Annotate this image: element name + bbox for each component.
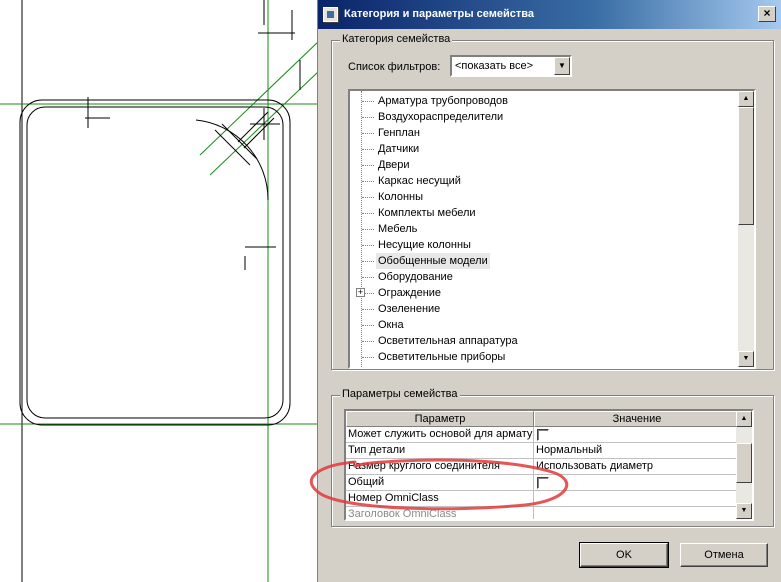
category-group-label: Категория семейства	[340, 33, 453, 45]
tree-item[interactable]: Обобщенные модели	[376, 253, 490, 269]
param-value-cell[interactable]: Использовать диаметр	[534, 459, 740, 475]
grid-scrollbar[interactable]: ▲ ▼	[736, 411, 752, 519]
parameters-group: Параметры семейства Параметр Значение Мо…	[331, 388, 774, 527]
tree-connector	[362, 181, 374, 182]
param-name-cell: Номер OmniClass	[346, 491, 534, 507]
tree-connector	[362, 261, 374, 262]
tree-connector	[362, 357, 374, 358]
tree-item[interactable]: Воздухораспределители	[376, 109, 505, 125]
scroll-thumb[interactable]	[736, 443, 752, 483]
tree-connector	[362, 101, 374, 102]
tree-item[interactable]: Колонны	[376, 189, 425, 205]
tree-item[interactable]: Двери	[376, 157, 412, 173]
param-value-cell[interactable]	[534, 475, 740, 491]
dialog-title: Категория и параметры семейства	[344, 8, 535, 20]
param-name-cell: Заголовок OmniClass	[346, 507, 534, 519]
tree-item[interactable]: Датчики	[376, 141, 421, 157]
family-category-dialog: Категория и параметры семейства × Катего…	[317, 0, 781, 582]
scroll-thumb[interactable]	[738, 107, 754, 225]
tree-item[interactable]: Осветительные приборы	[376, 349, 507, 365]
tree-item[interactable]: Мебель	[376, 221, 419, 237]
param-name-cell: Может служить основой для армату	[346, 427, 534, 443]
tree-item[interactable]: Арматура трубопроводов	[376, 93, 510, 109]
scroll-up-button[interactable]: ▲	[738, 91, 754, 107]
tree-connector	[362, 149, 374, 150]
scroll-down-button[interactable]: ▼	[738, 351, 754, 367]
tree-item[interactable]: Ограждение	[376, 285, 443, 301]
tree-item[interactable]: Оборудование	[376, 269, 455, 285]
tree-item[interactable]: Несущие колонны	[376, 237, 473, 253]
tree-item[interactable]: Окна	[376, 317, 406, 333]
close-button[interactable]: ×	[758, 6, 776, 22]
scroll-up-button[interactable]: ▲	[736, 411, 752, 427]
filter-dropdown[interactable]: <показать все> ▼	[450, 55, 572, 77]
tree-connector	[362, 213, 374, 214]
tree-scrollbar[interactable]: ▲ ▼	[738, 91, 754, 367]
column-header-value[interactable]: Значение	[534, 411, 740, 427]
param-name-cell: Размер круглого соединителя	[346, 459, 534, 475]
tree-connector	[362, 309, 374, 310]
tree-connector	[362, 277, 374, 278]
category-tree[interactable]: Арматура трубопроводов Воздухораспределит…	[348, 89, 756, 369]
tree-connector	[362, 197, 374, 198]
param-name-cell: Общий	[346, 475, 534, 491]
tree-item[interactable]: Каркас несущий	[376, 173, 463, 189]
expand-plus-icon[interactable]: +	[356, 288, 365, 297]
tree-connector	[362, 133, 374, 134]
dialog-titlebar[interactable]: Категория и параметры семейства ×	[318, 0, 781, 29]
cad-drawing	[0, 0, 320, 582]
category-group: Категория семейства Список фильтров: <по…	[331, 33, 774, 370]
checkbox[interactable]	[537, 477, 549, 489]
filter-label: Список фильтров:	[348, 61, 441, 73]
parameters-group-label: Параметры семейства	[340, 388, 460, 400]
tree-item[interactable]: Озеленение	[376, 301, 442, 317]
param-value-cell[interactable]	[534, 491, 740, 507]
chevron-down-icon[interactable]: ▼	[554, 57, 570, 75]
drawing-canvas[interactable]	[0, 0, 320, 582]
column-header-parameter[interactable]: Параметр	[346, 411, 534, 427]
cancel-button[interactable]: Отмена	[680, 543, 768, 567]
param-value-cell[interactable]: Нормальный	[534, 443, 740, 459]
app-icon	[323, 7, 338, 22]
checkbox[interactable]	[537, 429, 549, 441]
tree-connector	[362, 117, 374, 118]
tree-connector	[362, 229, 374, 230]
tree-item[interactable]: Генплан	[376, 125, 422, 141]
param-value-cell[interactable]	[534, 507, 740, 519]
param-value-cell[interactable]	[534, 427, 740, 443]
param-name-cell: Тип детали	[346, 443, 534, 459]
tree-connector	[362, 341, 374, 342]
tree-connector	[362, 245, 374, 246]
tree-connector	[362, 325, 374, 326]
tree-item[interactable]: Комплекты мебели	[376, 205, 478, 221]
parameters-grid[interactable]: Параметр Значение Может служить основой …	[344, 409, 754, 521]
filter-value: <показать все>	[455, 60, 534, 72]
tree-item[interactable]: Осветительная аппаратура	[376, 333, 520, 349]
scroll-down-button[interactable]: ▼	[736, 503, 752, 519]
ok-button[interactable]: OK	[579, 542, 669, 568]
tree-connector	[362, 165, 374, 166]
